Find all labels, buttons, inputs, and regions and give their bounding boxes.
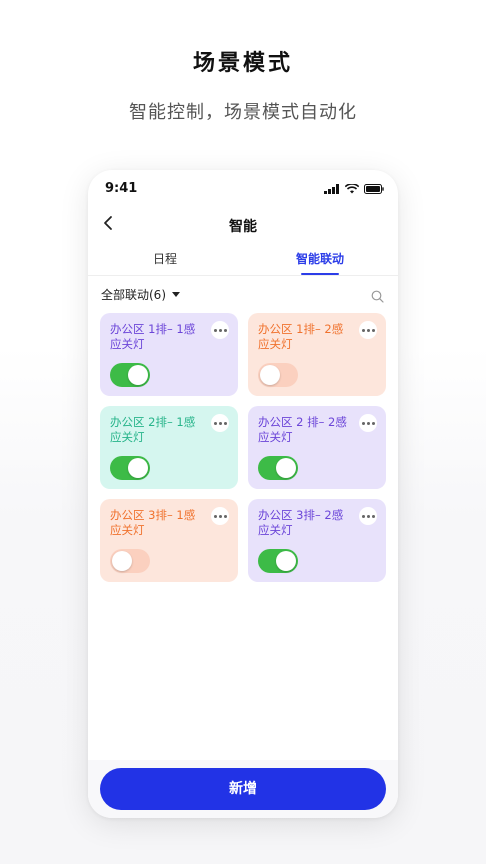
- tab-bar: 日程 智能联动: [88, 246, 398, 276]
- scene-card[interactable]: 办公区 1排– 1感 应关灯: [100, 313, 238, 396]
- scene-card-title-line1: 办公区 1排– 2感: [258, 322, 344, 336]
- scene-card-title-line2: 应关灯: [258, 523, 293, 537]
- scene-card[interactable]: 办公区 2 排– 2感 应关灯: [248, 406, 386, 489]
- scene-card-title-line1: 办公区 3排– 2感: [258, 508, 344, 522]
- scene-card-title-line2: 应关灯: [110, 523, 145, 537]
- add-button[interactable]: 新增: [100, 768, 386, 810]
- scene-toggle[interactable]: [110, 549, 150, 573]
- scene-card-title-line2: 应关灯: [110, 337, 145, 351]
- scene-card-title-line1: 办公区 2 排– 2感: [258, 415, 347, 429]
- scene-card[interactable]: 办公区 3排– 1感 应关灯: [100, 499, 238, 582]
- hero-title: 场景模式: [192, 51, 293, 76]
- scene-card-title-line2: 应关灯: [258, 430, 293, 444]
- scene-toggle[interactable]: [258, 456, 298, 480]
- scene-card-title-line2: 应关灯: [110, 430, 145, 444]
- scene-toggle[interactable]: [258, 549, 298, 573]
- more-options-button[interactable]: [359, 321, 377, 339]
- tab-schedule[interactable]: 日程: [105, 250, 225, 267]
- scene-card-title: 办公区 3排– 2感 应关灯: [258, 508, 358, 538]
- nav-bar: 智能: [88, 210, 398, 242]
- app-promo-page: 场景模式 智能控制，场景模式自动化 9:41 智能 日程 智能联动 全部联动(6…: [0, 0, 486, 864]
- tab-smart-linkage[interactable]: 智能联动: [260, 250, 380, 267]
- scene-toggle[interactable]: [258, 363, 298, 387]
- scene-card[interactable]: 办公区 1排– 2感 应关灯: [248, 313, 386, 396]
- scene-card-title-line2: 应关灯: [258, 337, 293, 351]
- wifi-icon: [345, 184, 359, 194]
- hero-subtitle: 智能控制，场景模式自动化: [129, 102, 357, 123]
- more-options-button[interactable]: [359, 414, 377, 432]
- scene-toggle[interactable]: [110, 363, 150, 387]
- search-button[interactable]: [371, 288, 384, 307]
- signal-icon: [324, 184, 339, 194]
- scene-card-title-line1: 办公区 1排– 1感: [110, 322, 196, 336]
- scene-card-title-line1: 办公区 2排– 1感: [110, 415, 196, 429]
- battery-icon: [364, 184, 384, 194]
- status-icons: [324, 184, 384, 194]
- caret-down-icon: [172, 292, 180, 297]
- filter-label: 全部联动(6): [101, 288, 166, 302]
- active-tab-indicator: [301, 273, 339, 275]
- phone-mockup: 9:41 智能 日程 智能联动 全部联动(6) 办公区 1排– 1感 应关灯 办…: [88, 170, 398, 818]
- more-options-button[interactable]: [359, 507, 377, 525]
- search-icon: [371, 290, 384, 303]
- scene-card[interactable]: 办公区 2排– 1感 应关灯: [100, 406, 238, 489]
- scene-card-title: 办公区 2 排– 2感 应关灯: [258, 415, 358, 445]
- more-options-button[interactable]: [211, 321, 229, 339]
- more-options-button[interactable]: [211, 414, 229, 432]
- scene-card-title: 办公区 3排– 1感 应关灯: [110, 508, 210, 538]
- scene-card-title-line1: 办公区 3排– 1感: [110, 508, 196, 522]
- more-options-button[interactable]: [211, 507, 229, 525]
- scene-card-title: 办公区 1排– 1感 应关灯: [110, 322, 210, 352]
- filter-dropdown[interactable]: 全部联动(6): [101, 286, 180, 303]
- page-title: 智能: [229, 219, 257, 235]
- scene-card[interactable]: 办公区 3排– 2感 应关灯: [248, 499, 386, 582]
- scene-toggle[interactable]: [110, 456, 150, 480]
- status-bar: 9:41: [88, 170, 398, 210]
- scene-card-title: 办公区 1排– 2感 应关灯: [258, 322, 358, 352]
- status-time: 9:41: [105, 181, 138, 196]
- scene-card-title: 办公区 2排– 1感 应关灯: [110, 415, 210, 445]
- filter-row: 全部联动(6): [88, 285, 398, 305]
